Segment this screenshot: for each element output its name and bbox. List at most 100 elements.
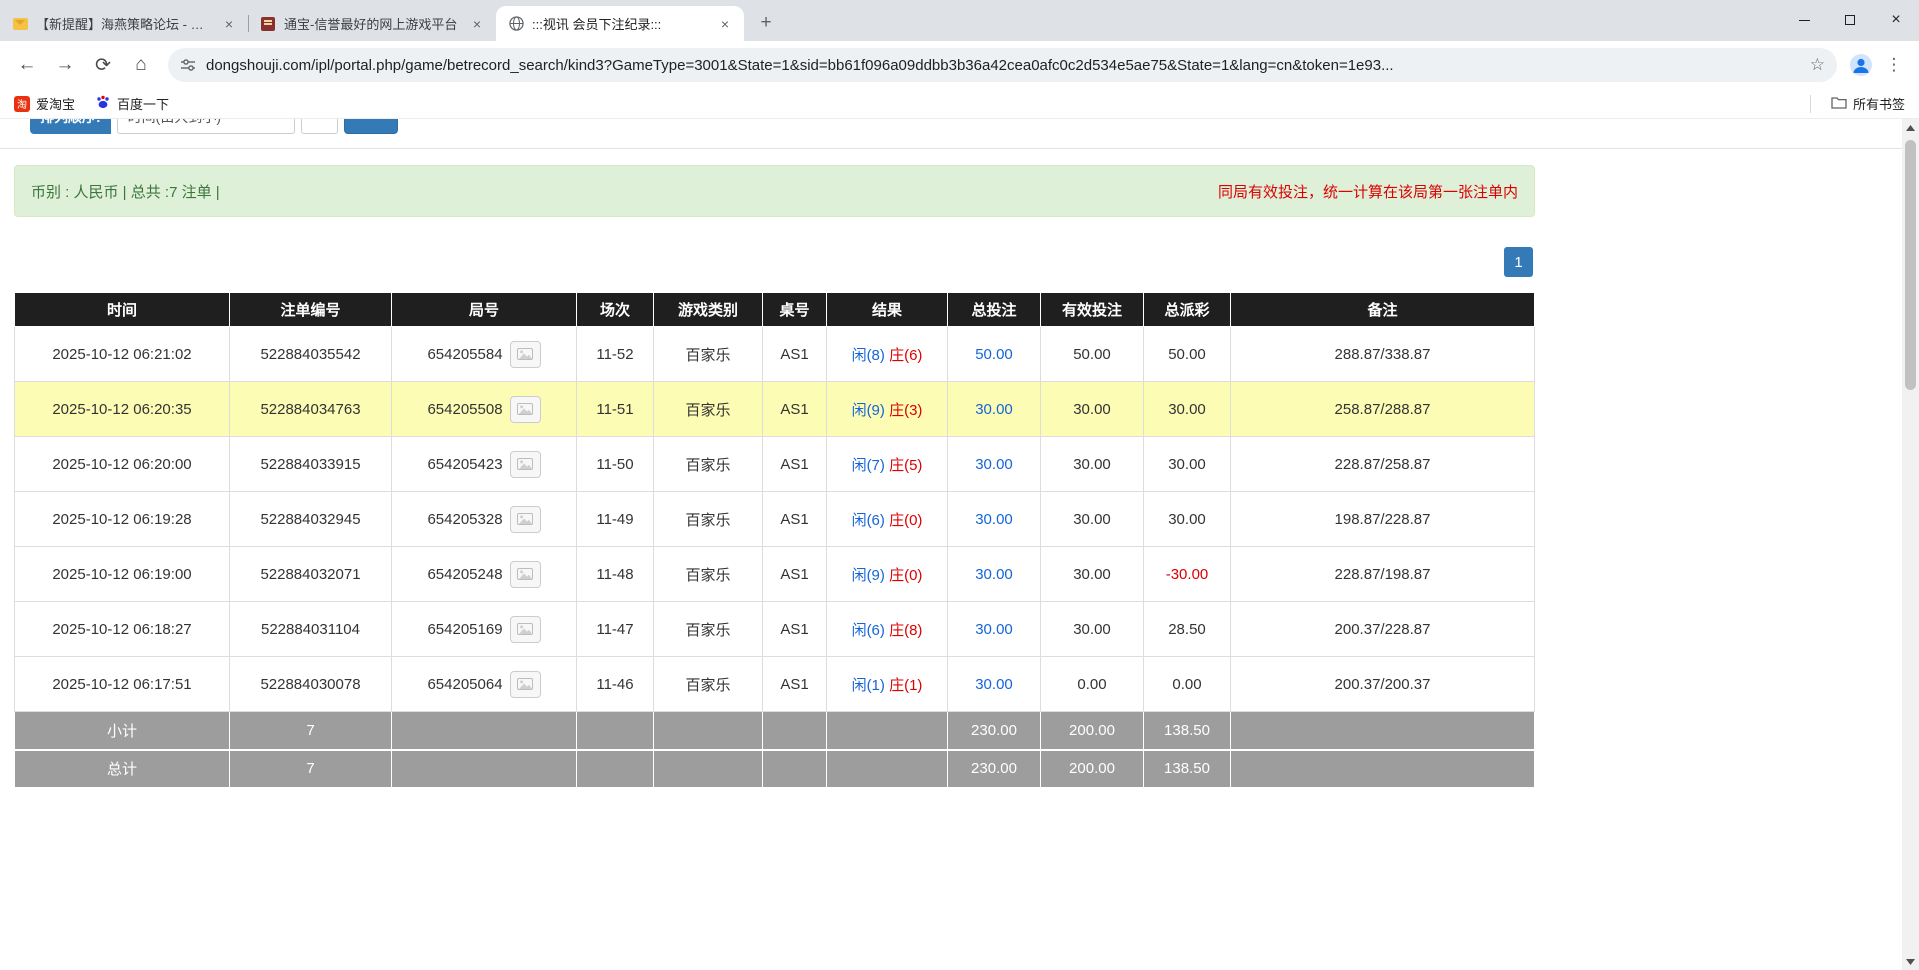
sort-order-select[interactable]: 时间(由大到小) (117, 119, 295, 134)
replay-video-button[interactable] (510, 671, 541, 698)
bookmark-star-icon[interactable]: ☆ (1810, 55, 1825, 75)
globe-icon (508, 16, 524, 32)
cell-bet-id: 522884030078 (230, 657, 392, 712)
cell-table: AS1 (763, 602, 827, 657)
cell-valid-bet: 30.00 (1041, 437, 1144, 492)
cell-time: 2025-10-12 06:20:00 (15, 437, 230, 492)
currency-summary-text: 币别 : 人民币 | 总共 :7 注单 | (31, 181, 220, 202)
cell-game: 百家乐 (654, 602, 763, 657)
cell-payout: 30.00 (1144, 437, 1231, 492)
cell-total-bet: 30.00 (948, 437, 1041, 492)
cell-table: AS1 (763, 327, 827, 382)
col-table: 桌号 (763, 293, 827, 327)
book-icon (260, 16, 276, 32)
result-player: 闲(1) (852, 677, 885, 694)
result-player: 闲(7) (852, 457, 885, 474)
cell-valid-bet: 30.00 (1041, 382, 1144, 437)
cell-bet-id: 522884034763 (230, 382, 392, 437)
round-number: 654205328 (427, 511, 502, 528)
cell-result: 闲(8) 庄(6) (827, 327, 948, 382)
total-bet-link[interactable]: 50.00 (975, 346, 1013, 363)
video-icon (517, 623, 533, 635)
site-settings-icon[interactable] (180, 57, 196, 73)
tab-forum[interactable]: 【新提醒】海燕策略论坛 - 综合 × (0, 6, 248, 41)
filter-panel: 排列顺序: 时间(由大到小) (0, 119, 1902, 149)
replay-video-button[interactable] (510, 506, 541, 533)
cell-payout: 30.00 (1144, 492, 1231, 547)
home-icon[interactable]: ⌂ (124, 48, 158, 82)
total-payout: 138.50 (1144, 750, 1231, 788)
video-icon (517, 403, 533, 415)
bookmark-baidu[interactable]: 百度一下 (95, 94, 169, 113)
result-banker: 庄(5) (889, 457, 922, 474)
cell-total-bet: 30.00 (948, 492, 1041, 547)
page-content: 排列顺序: 时间(由大到小) 币别 : 人民币 | 总共 :7 注单 | 同局有… (0, 119, 1902, 970)
replay-video-button[interactable] (510, 616, 541, 643)
replay-video-button[interactable] (510, 451, 541, 478)
cell-game: 百家乐 (654, 657, 763, 712)
reload-icon[interactable]: ⟳ (86, 48, 120, 82)
total-bet-link[interactable]: 30.00 (975, 676, 1013, 693)
maximize-button[interactable] (1827, 0, 1873, 40)
minimize-button[interactable] (1781, 0, 1827, 40)
vertical-scrollbar[interactable] (1902, 119, 1919, 970)
replay-video-button[interactable] (510, 341, 541, 368)
cell-bet-id: 522884032071 (230, 547, 392, 602)
new-tab-button[interactable]: + (752, 9, 780, 37)
scrollbar-thumb[interactable] (1905, 140, 1916, 390)
cell-valid-bet: 0.00 (1041, 657, 1144, 712)
table-row: 2025-10-12 06:19:00 522884032071 6542052… (15, 547, 1535, 602)
replay-video-button[interactable] (510, 561, 541, 588)
cell-result: 闲(9) 庄(3) (827, 382, 948, 437)
address-bar[interactable]: dongshouji.com/ipl/portal.php/game/betre… (168, 48, 1837, 82)
total-bet-link[interactable]: 30.00 (975, 621, 1013, 638)
cell-note: 228.87/258.87 (1231, 437, 1535, 492)
table-header-row: 时间 注单编号 局号 场次 游戏类别 桌号 结果 总投注 有效投注 总派彩 备注 (15, 293, 1535, 327)
tab-bet-record[interactable]: :::视讯 会员下注纪录::: × (496, 6, 744, 41)
profile-avatar[interactable] (1847, 51, 1875, 79)
round-number: 654205508 (427, 401, 502, 418)
cell-round: 654205169 (392, 602, 577, 657)
cell-round: 654205423 (392, 437, 577, 492)
cell-result: 闲(7) 庄(5) (827, 437, 948, 492)
total-bet-link[interactable]: 30.00 (975, 401, 1013, 418)
divider (1810, 95, 1811, 113)
tab-game-platform[interactable]: 通宝-信誉最好的网上游戏平台 × (248, 6, 496, 41)
cell-bet-id: 522884031104 (230, 602, 392, 657)
close-icon[interactable]: × (716, 15, 734, 33)
all-bookmarks-label: 所有书签 (1853, 94, 1905, 113)
browser-menu-icon[interactable]: ⋮ (1879, 55, 1909, 75)
page-size-select[interactable] (301, 119, 338, 134)
cell-round: 654205508 (392, 382, 577, 437)
table-row: 2025-10-12 06:17:51 522884030078 6542050… (15, 657, 1535, 712)
result-banker: 庄(0) (889, 512, 922, 529)
back-icon[interactable]: ← (10, 48, 44, 82)
close-window-button[interactable]: × (1873, 0, 1919, 40)
table-row: 2025-10-12 06:19:28 522884032945 6542053… (15, 492, 1535, 547)
all-bookmarks-button[interactable]: 所有书签 (1831, 94, 1905, 113)
forward-icon[interactable]: → (48, 48, 82, 82)
total-bet-link[interactable]: 30.00 (975, 566, 1013, 583)
cell-round: 654205064 (392, 657, 577, 712)
cell-game: 百家乐 (654, 547, 763, 602)
replay-video-button[interactable] (510, 396, 541, 423)
scroll-up-icon[interactable] (1902, 119, 1919, 136)
video-icon (517, 348, 533, 360)
table-row: 2025-10-12 06:18:27 522884031104 6542051… (15, 602, 1535, 657)
search-button[interactable] (344, 119, 398, 134)
cell-round: 654205328 (392, 492, 577, 547)
total-bet-link[interactable]: 30.00 (975, 456, 1013, 473)
bookmark-label: 爱淘宝 (36, 94, 75, 113)
total-total-bet: 230.00 (948, 750, 1041, 788)
round-number: 654205584 (427, 346, 502, 363)
page-number-button[interactable]: 1 (1504, 247, 1533, 277)
total-bet-link[interactable]: 30.00 (975, 511, 1013, 528)
cell-result: 闲(6) 庄(0) (827, 492, 948, 547)
cell-payout: -30.00 (1144, 547, 1231, 602)
close-icon[interactable]: × (220, 15, 238, 33)
url-text[interactable]: dongshouji.com/ipl/portal.php/game/betre… (206, 57, 1800, 74)
close-icon[interactable]: × (468, 15, 486, 33)
bookmark-taobao[interactable]: 淘 爱淘宝 (14, 94, 75, 113)
scroll-down-icon[interactable] (1902, 953, 1919, 970)
cell-time: 2025-10-12 06:17:51 (15, 657, 230, 712)
